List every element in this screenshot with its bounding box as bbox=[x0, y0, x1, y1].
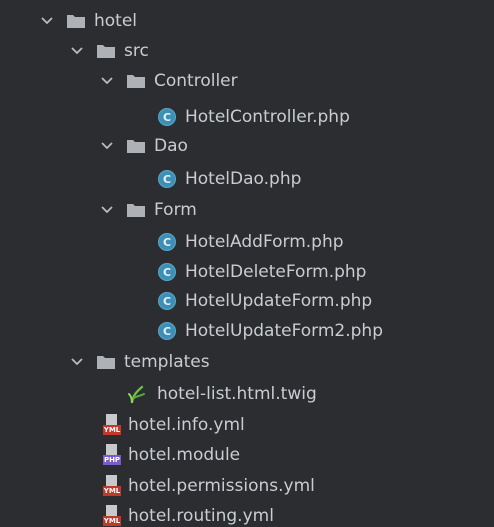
chevron-down-icon[interactable] bbox=[98, 72, 116, 90]
folder-icon bbox=[66, 13, 86, 29]
tree-node-label: hotel bbox=[94, 11, 138, 31]
php-file-icon: PHP bbox=[103, 444, 121, 466]
tree-node-label: Form bbox=[154, 200, 197, 220]
yml-file-icon: YML bbox=[103, 414, 121, 436]
php-class-icon: C bbox=[158, 170, 176, 188]
file-label: hotel.permissions.yml bbox=[128, 476, 315, 496]
yml-file-icon: YML bbox=[103, 505, 121, 527]
tree-node-hotel[interactable]: hotel bbox=[0, 6, 494, 36]
tree-file-hotel-routing-yml[interactable]: YML hotel.routing.yml bbox=[0, 501, 494, 527]
tree-node-form[interactable]: Form bbox=[0, 195, 494, 225]
folder-icon bbox=[126, 73, 146, 89]
tree-file-hotelupdateform2[interactable]: C HotelUpdateForm2.php bbox=[0, 316, 494, 346]
tree-node-controller[interactable]: Controller bbox=[0, 66, 494, 96]
chevron-down-icon[interactable] bbox=[68, 42, 86, 60]
tree-file-hotel-list-twig[interactable]: hotel-list.html.twig bbox=[0, 379, 494, 409]
yml-file-icon: YML bbox=[103, 475, 121, 497]
file-label: HotelDeleteForm.php bbox=[185, 262, 367, 282]
tree-node-label: src bbox=[124, 41, 149, 61]
folder-icon bbox=[126, 202, 146, 218]
tree-file-hotel-info-yml[interactable]: YML hotel.info.yml bbox=[0, 410, 494, 440]
file-label: hotel-list.html.twig bbox=[157, 384, 317, 404]
tree-node-src[interactable]: src bbox=[0, 36, 494, 66]
file-label: hotel.info.yml bbox=[128, 415, 245, 435]
php-class-icon: C bbox=[158, 108, 176, 126]
file-label: HotelDao.php bbox=[185, 169, 302, 189]
tree-node-label: Dao bbox=[154, 136, 188, 156]
chevron-down-icon[interactable] bbox=[98, 137, 116, 155]
php-class-icon: C bbox=[158, 292, 176, 310]
tree-file-hoteladdform[interactable]: C HotelAddForm.php bbox=[0, 227, 494, 257]
chevron-down-icon[interactable] bbox=[38, 12, 56, 30]
tree-file-hotelcontroller[interactable]: C HotelController.php bbox=[0, 102, 494, 132]
folder-icon bbox=[96, 43, 116, 59]
tree-file-hotel-module[interactable]: PHP hotel.module bbox=[0, 440, 494, 470]
tree-node-label: templates bbox=[124, 352, 210, 372]
file-label: hotel.module bbox=[128, 445, 241, 465]
tree-file-hoteldao[interactable]: C HotelDao.php bbox=[0, 164, 494, 194]
twig-leaf-icon bbox=[128, 384, 148, 404]
tree-node-label: Controller bbox=[154, 71, 238, 91]
tree-node-templates[interactable]: templates bbox=[0, 347, 494, 377]
chevron-down-icon[interactable] bbox=[68, 353, 86, 371]
tree-file-hotel-permissions-yml[interactable]: YML hotel.permissions.yml bbox=[0, 471, 494, 501]
php-class-icon: C bbox=[158, 263, 176, 281]
php-class-icon: C bbox=[158, 322, 176, 340]
file-label: HotelUpdateForm2.php bbox=[185, 321, 383, 341]
file-label: HotelUpdateForm.php bbox=[185, 291, 373, 311]
tree-node-dao[interactable]: Dao bbox=[0, 131, 494, 161]
tree-file-hotelupdateform[interactable]: C HotelUpdateForm.php bbox=[0, 286, 494, 316]
file-label: HotelController.php bbox=[185, 107, 350, 127]
file-label: hotel.routing.yml bbox=[128, 506, 274, 526]
project-tree: hotel src Controller C HotelController.p… bbox=[0, 0, 494, 527]
folder-icon bbox=[126, 138, 146, 154]
php-class-icon: C bbox=[158, 233, 176, 251]
folder-icon bbox=[96, 354, 116, 370]
tree-file-hoteldeleteform[interactable]: C HotelDeleteForm.php bbox=[0, 257, 494, 287]
file-label: HotelAddForm.php bbox=[185, 232, 344, 252]
chevron-down-icon[interactable] bbox=[98, 201, 116, 219]
